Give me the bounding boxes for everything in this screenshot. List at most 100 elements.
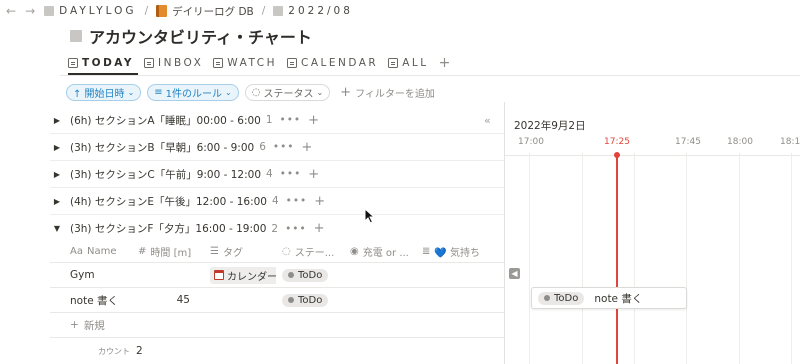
chevron-down-icon: ⌄ [225, 87, 232, 97]
cell-name[interactable]: note 書く [50, 288, 132, 313]
more-icon[interactable]: ••• [285, 223, 307, 235]
timeline-card[interactable]: ToDo note 書く [531, 287, 687, 309]
page-title[interactable]: アカウンタビリティ・チャート [89, 24, 312, 48]
forward-arrow-icon[interactable]: → [25, 4, 35, 18]
filter-bar: ↑ 開始日時 ⌄ ≡ 1件のルール ⌄ ◌ ステータス ⌄ + フィルターを追加 [66, 83, 435, 101]
tab-all[interactable]: ALL [388, 52, 428, 74]
triangle-right-icon[interactable]: ▶ [50, 197, 64, 206]
cell-minutes[interactable] [132, 263, 204, 288]
status-filter-pill[interactable]: ◌ ステータス ⌄ [244, 83, 331, 101]
more-icon[interactable]: ••• [280, 168, 302, 180]
breadcrumb-workspace[interactable]: DAYLYLOG [59, 5, 136, 17]
multiselect-property-icon: ☰ [210, 246, 219, 257]
cell-feeling[interactable] [416, 263, 504, 288]
timeline-current-time: 17:25 [604, 137, 630, 147]
cell-name[interactable]: Gym [50, 263, 132, 288]
add-filter-label: フィルターを追加 [355, 88, 435, 100]
plus-icon[interactable]: + [308, 113, 319, 128]
timeline-time-label: 17:45 [675, 137, 701, 147]
cell-tag[interactable]: カレンダー [204, 263, 276, 288]
back-arrow-icon[interactable]: ← [6, 4, 16, 18]
tag-label: カレンダー [227, 271, 276, 283]
count-label: カウント [98, 346, 130, 356]
tab-calendar[interactable]: CALENDAR [287, 52, 378, 74]
plus-icon[interactable]: + [314, 221, 325, 236]
cell-minutes[interactable]: 45 [132, 288, 200, 313]
plus-icon[interactable]: + [308, 167, 319, 182]
column-feeling[interactable]: ≣ 💙 気持ち [416, 241, 504, 263]
group-row[interactable]: ▶ (4h) セクションE「午後」12:00 - 16:00 4 ••• + [50, 188, 504, 215]
calendar-view-icon [287, 58, 297, 68]
triangle-right-icon[interactable]: ▶ [50, 143, 64, 152]
timeline-border [504, 102, 505, 364]
status-property-icon: ◌ [282, 246, 291, 257]
column-label: ステー... [294, 248, 335, 259]
cell-feeling[interactable] [416, 288, 504, 313]
rule-label: 1件のルール [165, 88, 223, 100]
column-label: 充電 or ... [362, 248, 409, 259]
page-title-container: アカウンタビリティ・チャート [70, 24, 312, 48]
chevron-down-icon: ⌄ [316, 87, 324, 97]
timeline-time-label: 18:15 [780, 137, 800, 147]
group-row-expanded[interactable]: ▼ (3h) セクションF「夕方」16:00 - 19:00 2 ••• + [50, 215, 504, 242]
tab-inbox[interactable]: INBOX [144, 52, 203, 74]
status-filter-label: ステータス [263, 88, 314, 100]
timeline-gridline [739, 153, 740, 364]
chevron-down-icon: ⌄ [127, 87, 135, 97]
more-icon[interactable]: ••• [280, 114, 302, 126]
sort-pill[interactable]: ↑ 開始日時 ⌄ [66, 83, 142, 101]
cell-status[interactable]: ToDo [276, 288, 344, 313]
triangle-right-icon[interactable]: ▶ [50, 116, 64, 125]
text-property-icon: Aa [70, 246, 83, 257]
column-charge[interactable]: ◉ 充電 or ... [344, 241, 416, 263]
card-title: note 書く [594, 292, 643, 305]
tab-watch[interactable]: WATCH [213, 52, 277, 74]
add-view-button[interactable]: + [439, 52, 451, 74]
column-tag[interactable]: ☰ タグ [204, 241, 276, 263]
cell-charge[interactable] [344, 288, 416, 313]
tab-today[interactable]: TODAY [68, 52, 134, 74]
column-status[interactable]: ◌ ステー... [276, 241, 344, 263]
tab-label: ALL [402, 57, 429, 69]
column-minutes[interactable]: # 時間 [m] [132, 241, 204, 263]
rule-pill[interactable]: ≡ 1件のルール ⌄ [147, 83, 239, 101]
page-icon [44, 6, 55, 16]
collapse-double-chevron-icon[interactable]: « [484, 114, 491, 127]
timeline-time-label: 17:00 [518, 137, 544, 147]
cell-charge[interactable] [344, 263, 416, 288]
table-header: Aa Name # 時間 [m] ☰ タグ ◌ ステー... ◉ 充電 or ... ≣ 💙… [50, 241, 504, 263]
breadcrumb-page[interactable]: 2022/08 [288, 5, 353, 17]
plus-icon[interactable]: + [301, 140, 312, 155]
status-icon: ◌ [251, 86, 261, 98]
number-property-icon: # [138, 246, 147, 257]
group-count: 6 [259, 141, 266, 153]
breadcrumb: ← → DAYLYLOG / デイリーログ DB / 2022/08 [6, 3, 353, 19]
new-row-button[interactable]: + 新規 [50, 313, 504, 338]
status-badge: ToDo [538, 291, 585, 305]
group-row[interactable]: ▶ (3h) セクションC「午前」9:00 - 12:00 4 ••• + [50, 161, 504, 188]
cell-status[interactable]: ToDo [276, 263, 344, 288]
breadcrumb-database[interactable]: デイリーログ DB [172, 4, 254, 19]
triangle-down-icon[interactable]: ▼ [50, 224, 64, 233]
mouse-cursor-icon [364, 208, 375, 224]
timeline-date: 2022年9月2日 [514, 120, 586, 132]
add-filter-button[interactable]: + フィルターを追加 [340, 85, 435, 100]
count-footer[interactable]: カウント 2 [50, 338, 504, 364]
more-icon[interactable]: ••• [286, 195, 308, 207]
page-icon [70, 30, 82, 42]
table-view-icon [388, 58, 399, 68]
select-property-icon: ◉ [350, 246, 359, 257]
group-label: (3h) セクションC「午前」9:00 - 12:00 [70, 168, 261, 181]
breadcrumb-separator: / [144, 5, 149, 17]
cell-tag[interactable] [200, 288, 276, 313]
table-row[interactable]: Gym カレンダー ToDo [50, 263, 504, 288]
column-name[interactable]: Aa Name [50, 241, 132, 263]
group-row[interactable]: ▶ (3h) セクションB「早朝」6:00 - 9:00 6 ••• + [50, 134, 504, 161]
group-row[interactable]: ▶ (6h) セクションA「睡眠」00:00 - 6:00 1 ••• + [50, 107, 504, 134]
group-label: (3h) セクションB「早朝」6:00 - 9:00 [70, 141, 255, 154]
triangle-right-icon[interactable]: ▶ [50, 170, 64, 179]
scroll-left-arrow-icon[interactable]: ◀ [509, 268, 520, 279]
plus-icon[interactable]: + [314, 194, 325, 209]
table-row[interactable]: note 書く 45 ToDo [50, 288, 504, 313]
more-icon[interactable]: ••• [273, 141, 295, 153]
